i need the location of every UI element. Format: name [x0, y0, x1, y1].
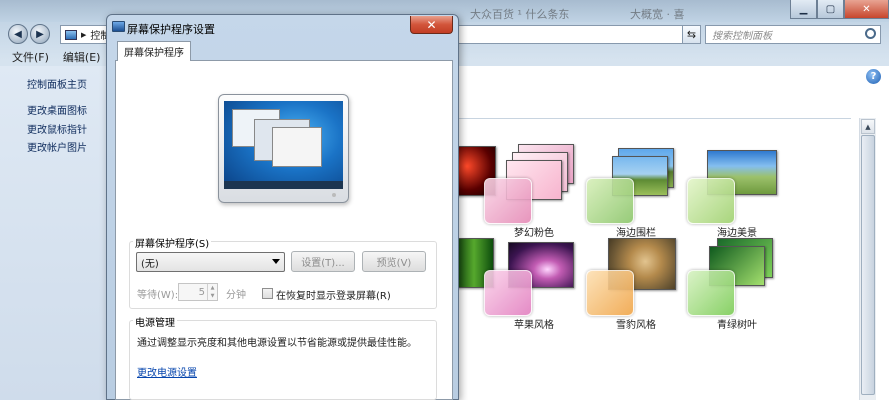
- theme-label: 雪豹风格: [616, 320, 656, 331]
- preview-taskbar: [224, 181, 343, 189]
- control-panel-icon: [65, 29, 77, 40]
- change-power-settings-link[interactable]: 更改电源设置: [137, 364, 197, 379]
- menu-file[interactable]: 文件(F): [12, 49, 49, 65]
- monitor-screen: [224, 101, 343, 189]
- power-group: [129, 320, 437, 400]
- preview-button[interactable]: 预览(V): [362, 251, 426, 272]
- monitor-power-led: [332, 193, 336, 197]
- dialog-title: 屏幕保护程序设置: [127, 23, 215, 36]
- wait-minutes-stepper[interactable]: 5 ▲ ▼: [178, 283, 218, 301]
- theme-label: 青绿树叶: [717, 320, 757, 331]
- spin-arrows-icon[interactable]: ▲ ▼: [207, 284, 217, 300]
- ghost-title-text: 大众百货 ¹ 什么条东: [470, 8, 570, 21]
- ghost-title-text-2: 大概宽 · 喜: [630, 8, 685, 21]
- theme-item[interactable]: 海边美景: [687, 140, 787, 239]
- theme-color-swatch: [586, 270, 634, 316]
- theme-item[interactable]: 雪豹风格: [586, 232, 686, 331]
- screensaver-select[interactable]: (无): [136, 252, 285, 272]
- search-input[interactable]: 搜索控制面板: [705, 25, 881, 44]
- power-description: 通过调整显示亮度和其他电源设置以节省能源或提供最佳性能。: [137, 338, 417, 349]
- screensaver-selected-value: (无): [141, 258, 159, 270]
- monitor-preview: [218, 94, 349, 203]
- theme-item[interactable]: 青绿树叶: [687, 232, 787, 331]
- resume-login-checkbox[interactable]: [262, 288, 273, 299]
- side-panel: 控制面板主页 更改桌面图标 更改鼠标指针 更改帐户图片: [0, 66, 108, 400]
- scroll-thumb[interactable]: [861, 135, 875, 395]
- screensaver-group-title: 屏幕保护程序(S): [133, 235, 212, 250]
- settings-button[interactable]: 设置(T)...: [291, 251, 355, 272]
- maximize-button[interactable]: ▢: [817, 0, 844, 19]
- close-button[interactable]: ✕: [844, 0, 889, 19]
- menu-edit[interactable]: 编辑(E): [63, 49, 101, 65]
- forward-button[interactable]: ▶: [30, 24, 50, 44]
- breadcrumb-chevron-icon: ▶: [81, 30, 87, 39]
- wait-label: 等待(W):: [137, 290, 179, 301]
- resume-login-label[interactable]: 在恢复时显示登录屏幕(R): [276, 287, 391, 302]
- theme-color-swatch: [586, 178, 634, 224]
- window-controls: ▁ ▢ ✕: [790, 0, 889, 19]
- side-link-desktop-icons[interactable]: 更改桌面图标: [27, 102, 87, 117]
- back-button[interactable]: ◀: [8, 24, 28, 44]
- search-placeholder: 搜索控制面板: [712, 31, 772, 42]
- theme-color-swatch: [484, 178, 532, 224]
- dialog-app-icon: [112, 21, 125, 32]
- minimize-button[interactable]: ▁: [790, 0, 817, 19]
- minutes-label: 分钟: [226, 290, 246, 301]
- chevron-down-icon: [272, 259, 280, 264]
- search-icon[interactable]: [865, 28, 876, 39]
- power-group-title: 电源管理: [133, 314, 177, 329]
- side-link-home[interactable]: 控制面板主页: [27, 76, 87, 91]
- theme-label: 苹果风格: [514, 320, 554, 331]
- dialog-close-button[interactable]: ✕: [410, 16, 453, 34]
- theme-item[interactable]: 海边围栏: [586, 140, 686, 239]
- theme-item[interactable]: 梦幻粉色: [484, 140, 584, 239]
- theme-color-swatch: [687, 178, 735, 224]
- scroll-up-arrow-icon[interactable]: ▲: [861, 119, 875, 134]
- theme-color-swatch: [484, 270, 532, 316]
- refresh-button[interactable]: ⇆: [682, 25, 701, 44]
- wait-value: 5: [198, 286, 205, 298]
- scrollbar[interactable]: ▲: [859, 118, 876, 400]
- theme-item[interactable]: 苹果风格: [484, 232, 584, 331]
- side-link-account-picture[interactable]: 更改帐户图片: [27, 139, 87, 154]
- tab-screensaver[interactable]: 屏幕保护程序: [117, 41, 191, 61]
- help-icon[interactable]: ?: [866, 69, 881, 84]
- side-link-mouse-pointer[interactable]: 更改鼠标指针: [27, 121, 87, 136]
- theme-color-swatch: [687, 270, 735, 316]
- preview-window: [272, 127, 322, 167]
